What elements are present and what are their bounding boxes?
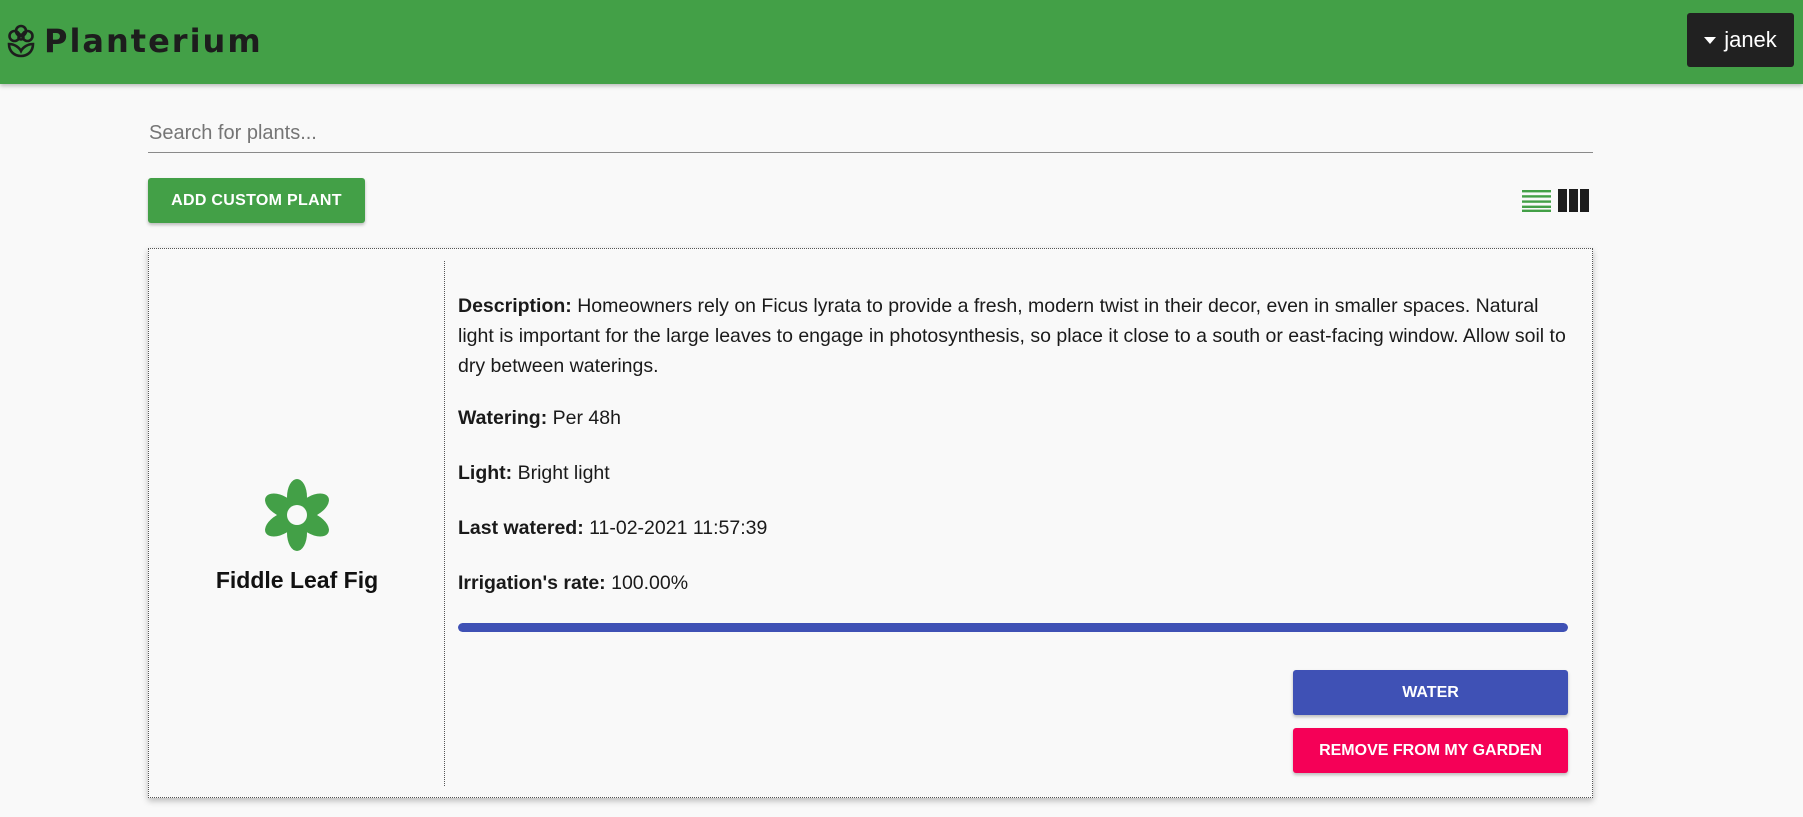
irrigation-label: Irrigation's rate:: [458, 572, 606, 594]
irrigation-value: 100.00%: [611, 572, 689, 594]
irrigation-field: Irrigation's rate: 100.00%: [458, 568, 1568, 598]
caret-down-icon: [1704, 36, 1717, 44]
watering-label: Watering:: [458, 407, 548, 429]
top-app-bar: Planterium janek: [0, 0, 1803, 84]
description-text: Homeowners rely on Ficus lyrata to provi…: [458, 295, 1566, 377]
add-custom-plant-button[interactable]: ADD CUSTOM PLANT: [148, 178, 365, 223]
plant-summary: Fiddle Leaf Fig: [149, 261, 445, 786]
description-field: Description: Homeowners rely on Ficus ly…: [458, 291, 1568, 381]
watering-value: Per 48h: [552, 407, 621, 429]
user-menu-button[interactable]: janek: [1687, 13, 1794, 67]
irrigation-progress-bar: [458, 623, 1568, 632]
light-label: Light:: [458, 462, 513, 484]
last-watered-field: Last watered: 11-02-2021 11:57:39: [458, 513, 1568, 543]
plant-name: Fiddle Leaf Fig: [215, 567, 379, 593]
grid-view-icon[interactable]: [1558, 189, 1589, 212]
list-view-icon[interactable]: [1522, 189, 1551, 212]
light-value: Bright light: [517, 462, 610, 484]
last-watered-label: Last watered:: [458, 517, 584, 539]
light-field: Light: Bright light: [458, 458, 1568, 488]
username: janek: [1724, 27, 1777, 52]
irrigation-progress-fill: [458, 623, 1568, 632]
remove-from-garden-button[interactable]: REMOVE FROM MY GARDEN: [1293, 728, 1568, 773]
flower-icon: [7, 24, 35, 58]
last-watered-value: 11-02-2021 11:57:39: [589, 517, 768, 539]
flower-icon: [265, 479, 329, 551]
app-title: Planterium: [44, 22, 263, 60]
brand[interactable]: Planterium: [6, 19, 263, 63]
water-button[interactable]: WATER: [1293, 670, 1568, 715]
search-input[interactable]: [148, 114, 1593, 152]
search-field: [148, 114, 1593, 153]
watering-field: Watering: Per 48h: [458, 403, 1568, 433]
plant-card: Fiddle Leaf Fig Description: Homeowners …: [148, 248, 1593, 798]
description-label: Description:: [458, 295, 572, 317]
plant-details: Description: Homeowners rely on Ficus ly…: [458, 249, 1568, 797]
